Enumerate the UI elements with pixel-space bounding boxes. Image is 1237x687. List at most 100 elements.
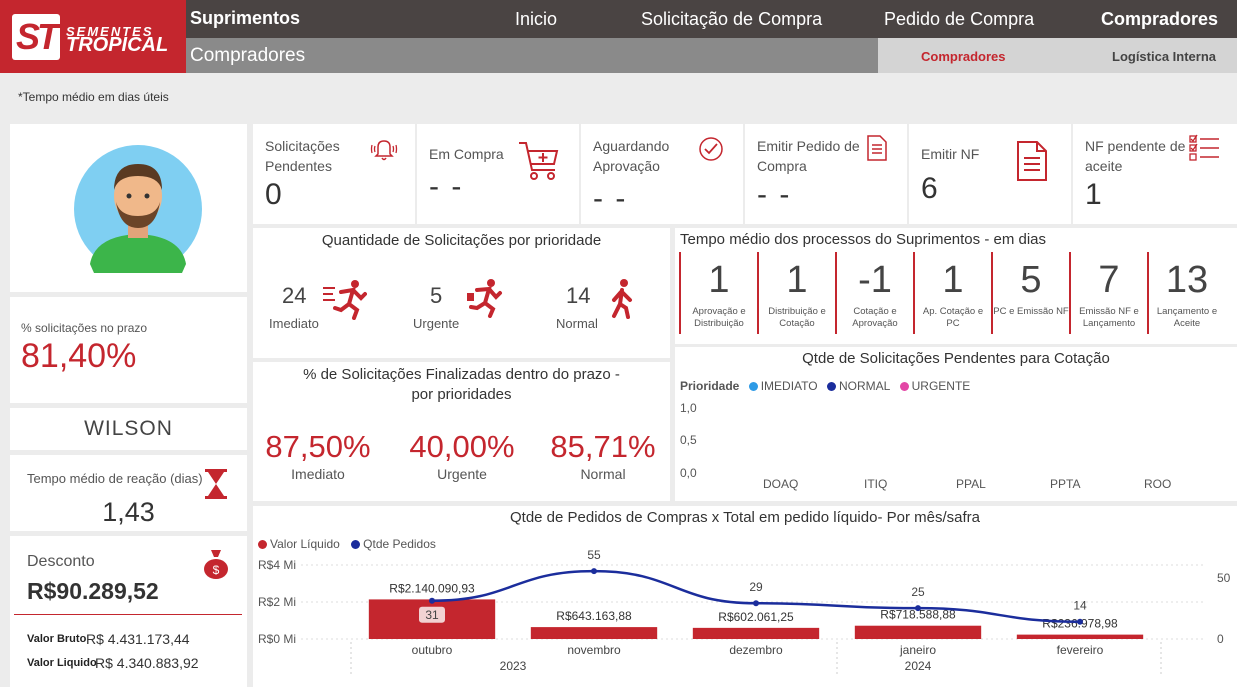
note-text: *Tempo médio em dias úteis [18, 90, 169, 104]
priority-card: Quantidade de Solicitações por prioridad… [253, 228, 670, 358]
bar [1016, 634, 1144, 639]
nav-compradores[interactable]: Compradores [1101, 9, 1218, 30]
step-label: Aprovação e Distribuição [692, 306, 746, 329]
gross-value: R$ 4.431.173,44 [86, 631, 190, 647]
kpi-value: 6 [921, 172, 938, 205]
pct-on-time-value: 81,40% [21, 337, 137, 375]
line-point [591, 568, 597, 575]
hourglass-icon [205, 469, 227, 499]
finalized-pct-imediato: 87,50% [265, 429, 371, 464]
svg-text:$: $ [213, 563, 220, 577]
nav-pedido[interactable]: Pedido de Compra [884, 9, 1034, 30]
step-value: 13 [1165, 259, 1209, 301]
step-label: Distribuição e Cotação [768, 306, 826, 329]
buyer-name-card: WILSON [10, 408, 247, 450]
net-value: R$ 4.340.883,92 [95, 655, 199, 671]
finalized-label-normal: Normal [580, 466, 626, 482]
legend-dot [826, 382, 836, 391]
bar [692, 627, 820, 639]
process-step: 1 Ap. Cotação e PC [913, 252, 991, 334]
discount-value: R$90.289,52 [27, 578, 159, 604]
kpi-label: NF pendente de aceite [1085, 138, 1186, 174]
net-label: Valor Liquido [27, 657, 97, 669]
step-label: Emissão NF e Lançamento [1079, 306, 1139, 329]
tab-compradores[interactable]: Compradores [921, 49, 1006, 64]
line-point [1077, 618, 1083, 625]
reaction-time-value: 1,43 [102, 497, 155, 527]
x-group-label: 2024 [905, 659, 932, 673]
tab-logistica[interactable]: Logística Interna [1112, 49, 1216, 64]
process-step: -1 Cotação e Aprovação [835, 252, 913, 334]
logo-mark: ST [12, 14, 60, 60]
process-time-title: Tempo médio dos processos do Suprimentos… [680, 231, 1047, 248]
priority-label-urgente: Urgente [413, 316, 460, 331]
y-tick: 0,5 [680, 433, 697, 447]
pct-on-time-label: % solicitações no prazo [21, 321, 148, 335]
legend-dot [899, 382, 909, 391]
bar [530, 627, 658, 639]
priority-count-urgente: 5 [430, 283, 443, 308]
brand-logo: ST SEMENTES TROPICAL [0, 0, 186, 73]
finalized-pct-normal: 85,71% [550, 429, 656, 464]
legend-dot [748, 382, 758, 391]
process-time-card: Tempo médio dos processos do Suprimentos… [675, 228, 1237, 344]
app-title: Suprimentos [190, 8, 301, 28]
step-value: 1 [708, 259, 730, 301]
process-step: 5 PC e Emissão NF [991, 252, 1069, 334]
legend-title: Prioridade [680, 379, 740, 393]
cart-icon [519, 142, 559, 180]
step-value: 7 [1098, 259, 1120, 301]
legend-item[interactable]: IMEDIATO [761, 379, 818, 393]
nav-solicitacao[interactable]: Solicitação de Compra [641, 9, 822, 30]
legend-item[interactable]: NORMAL [839, 379, 890, 393]
bar-value-label: R$643.163,88 [556, 609, 632, 623]
finalized-title: % de Solicitações Finalizadas dentro do … [303, 366, 620, 403]
pct-on-time-card: % solicitações no prazo 81,40% [10, 297, 247, 403]
kpi-value: - - [593, 182, 628, 215]
avatar-card [10, 124, 247, 292]
finalized-label-imediato: Imediato [291, 466, 345, 482]
priority-label-imediato: Imediato [269, 316, 319, 331]
x-tick: PPTA [1050, 477, 1081, 491]
kpi-label: Solicitações Pendentes [265, 138, 340, 174]
step-value: 1 [942, 259, 964, 301]
kpi-em-compra: Em Compra - - [417, 124, 579, 224]
process-step: 1 Distribuição e Cotação [757, 252, 835, 334]
x-tick: dezembro [729, 643, 783, 657]
kpi-emitir-pedido: Emitir Pedido de Compra - - [745, 124, 907, 224]
pending-quotation-chart: Qtde de Solicitações Pendentes para Cota… [675, 347, 1237, 501]
reaction-time-card: Tempo médio de reação (dias) 1,43 [10, 455, 247, 531]
x-tick: ROO [1144, 477, 1172, 491]
page-title: Compradores [190, 45, 306, 66]
nav-inicio[interactable]: Inicio [515, 9, 557, 30]
step-label: PC e Emissão NF [993, 306, 1069, 317]
line-value-label: 25 [911, 585, 925, 599]
kpi-emitir-nf: Emitir NF 6 [909, 124, 1071, 224]
priority-count-normal: 14 [566, 283, 591, 308]
top-nav-bar: Suprimentos Inicio Solicitação de Compra… [186, 0, 1237, 38]
finalized-pct-urgente: 40,00% [409, 429, 515, 464]
x-tick: outubro [412, 643, 453, 657]
step-value: 1 [786, 259, 808, 301]
legend-item[interactable]: URGENTE [912, 379, 971, 393]
process-step: 1 Aprovação e Distribuição [679, 252, 757, 334]
process-step: 7 Emissão NF e Lançamento [1069, 252, 1147, 334]
kpi-pendentes: Solicitações Pendentes 0 [253, 124, 415, 224]
running-fast-icon [323, 280, 367, 320]
x-tick: janeiro [899, 643, 936, 657]
step-label: Cotação e Aprovação [852, 306, 898, 329]
checklist-icon [1189, 134, 1219, 161]
bar [854, 625, 982, 639]
divider [14, 614, 242, 615]
check-circle-icon [699, 137, 723, 161]
line-value-label: 14 [1073, 599, 1087, 613]
step-label: Ap. Cotação e PC [922, 306, 984, 329]
kpi-label: Aguardando Aprovação [593, 138, 670, 174]
bar-value-label: R$602.061,25 [718, 610, 794, 624]
kpi-value: - - [429, 170, 464, 203]
x-group-label: 2023 [500, 659, 527, 673]
sub-header: Compradores [186, 38, 878, 73]
bell-icon [370, 140, 398, 161]
chart-title: Qtde de Solicitações Pendentes para Cota… [802, 350, 1110, 367]
combo-plot: R$2.140.090,93 outubro R$643.163,88 novembr… [301, 548, 1203, 676]
